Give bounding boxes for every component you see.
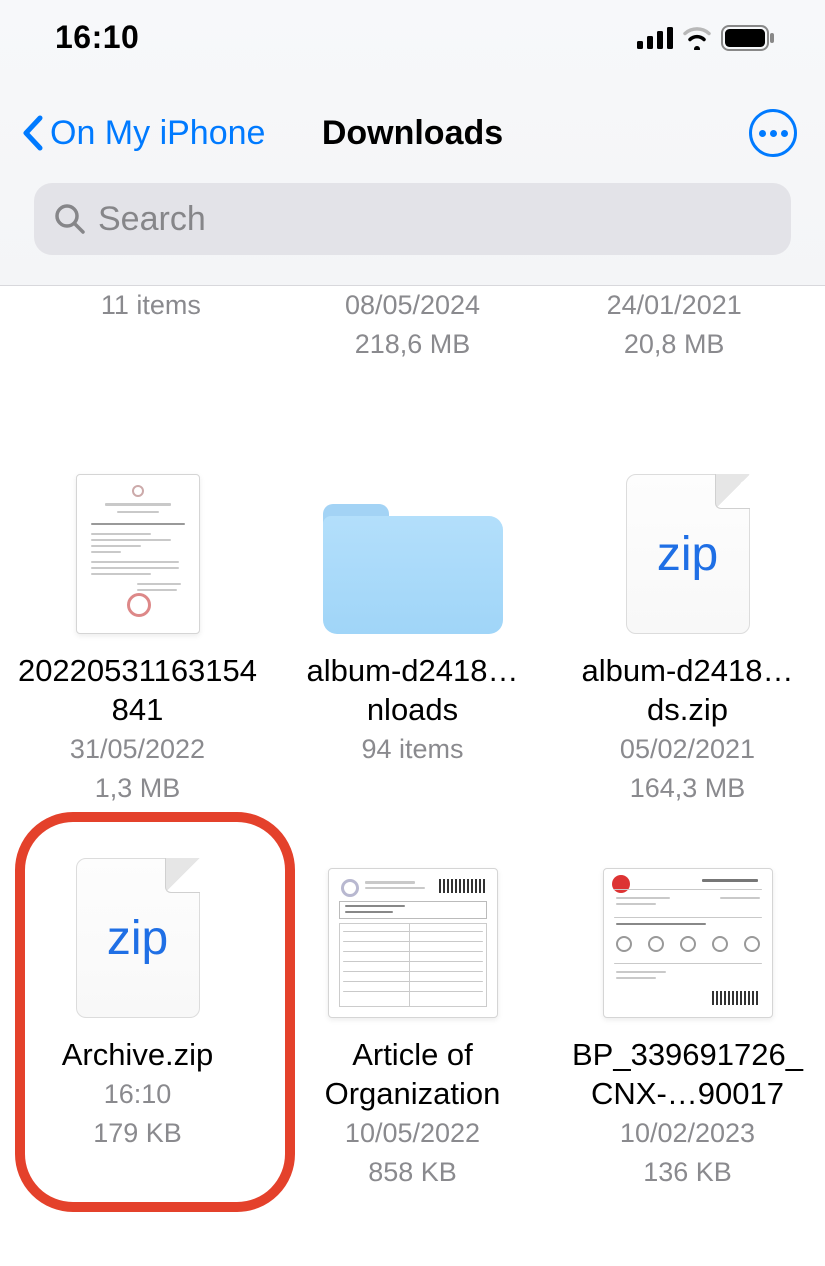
file-item[interactable]: zip album-d2418…ds.zip 05/02/2021 164,3 …: [550, 464, 825, 808]
zip-file-icon: zip: [626, 474, 750, 634]
document-icon: [328, 868, 498, 1018]
search-input[interactable]: [98, 200, 771, 239]
zip-file-icon: zip: [76, 858, 200, 1018]
file-date: 16:10: [104, 1075, 172, 1114]
file-item[interactable]: BP_339691726_CNX-…90017 10/02/2023 136 K…: [550, 848, 825, 1192]
file-name: album-d2418…nloads: [293, 652, 533, 730]
search-bar[interactable]: [34, 183, 791, 255]
status-time: 16:10: [55, 19, 139, 56]
status-bar: 16:10: [0, 0, 825, 75]
folder-icon: [323, 504, 503, 634]
file-item[interactable]: 2022053116315484​1 31/05/2022 1,3 MB: [0, 464, 275, 808]
partial-meta: 20,8 MB: [543, 325, 805, 364]
file-item-highlighted[interactable]: zip Archive.zip 16:10 179 KB: [0, 848, 275, 1192]
partial-meta: 218,6 MB: [282, 325, 544, 364]
file-name: BP_339691726_CNX-…90017: [568, 1036, 808, 1114]
document-icon: [603, 868, 773, 1018]
file-size: 1,3 MB: [95, 769, 181, 808]
file-name: album-d2418…ds.zip: [568, 652, 808, 730]
partial-meta: 11 items: [20, 286, 282, 325]
file-date: 10/05/2022: [345, 1114, 480, 1153]
file-size: 164,3 MB: [630, 769, 746, 808]
file-date: 31/05/2022: [70, 730, 205, 769]
cellular-icon: [637, 27, 673, 49]
chevron-left-icon: [20, 115, 44, 151]
partial-meta: 24/01/2021: [543, 286, 805, 325]
file-date: 10/02/2023: [620, 1114, 755, 1153]
file-name: 2022053116315484​1: [18, 652, 258, 730]
file-item[interactable]: Article of Organization 10/05/2022 858 K…: [275, 848, 550, 1192]
page-title: Downloads: [322, 114, 503, 153]
wifi-icon: [681, 26, 713, 50]
battery-icon: [721, 25, 775, 51]
file-date: 05/02/2021: [620, 730, 755, 769]
file-size: 136 KB: [643, 1153, 732, 1192]
search-icon: [54, 203, 86, 235]
file-item[interactable]: album-d2418…nloads 94 items: [275, 464, 550, 808]
file-size: 858 KB: [368, 1153, 457, 1192]
nav-bar: On My iPhone Downloads: [0, 108, 825, 158]
file-grid: 2022053116315484​1 31/05/2022 1,3 MB alb…: [0, 364, 825, 1192]
ellipsis-icon: [759, 130, 788, 137]
document-icon: [76, 474, 200, 634]
back-label: On My iPhone: [50, 114, 265, 153]
file-name: Article of Organization: [293, 1036, 533, 1114]
file-size: 179 KB: [93, 1114, 182, 1153]
more-button[interactable]: [749, 109, 797, 157]
partial-row: 11 items 08/05/2024 218,6 MB 24/01/2021 …: [0, 286, 825, 364]
back-button[interactable]: On My iPhone: [20, 114, 265, 153]
file-name: Archive.zip: [62, 1036, 214, 1075]
status-icons: [637, 25, 775, 51]
file-date: 94 items: [361, 730, 463, 769]
partial-meta: 08/05/2024: [282, 286, 544, 325]
